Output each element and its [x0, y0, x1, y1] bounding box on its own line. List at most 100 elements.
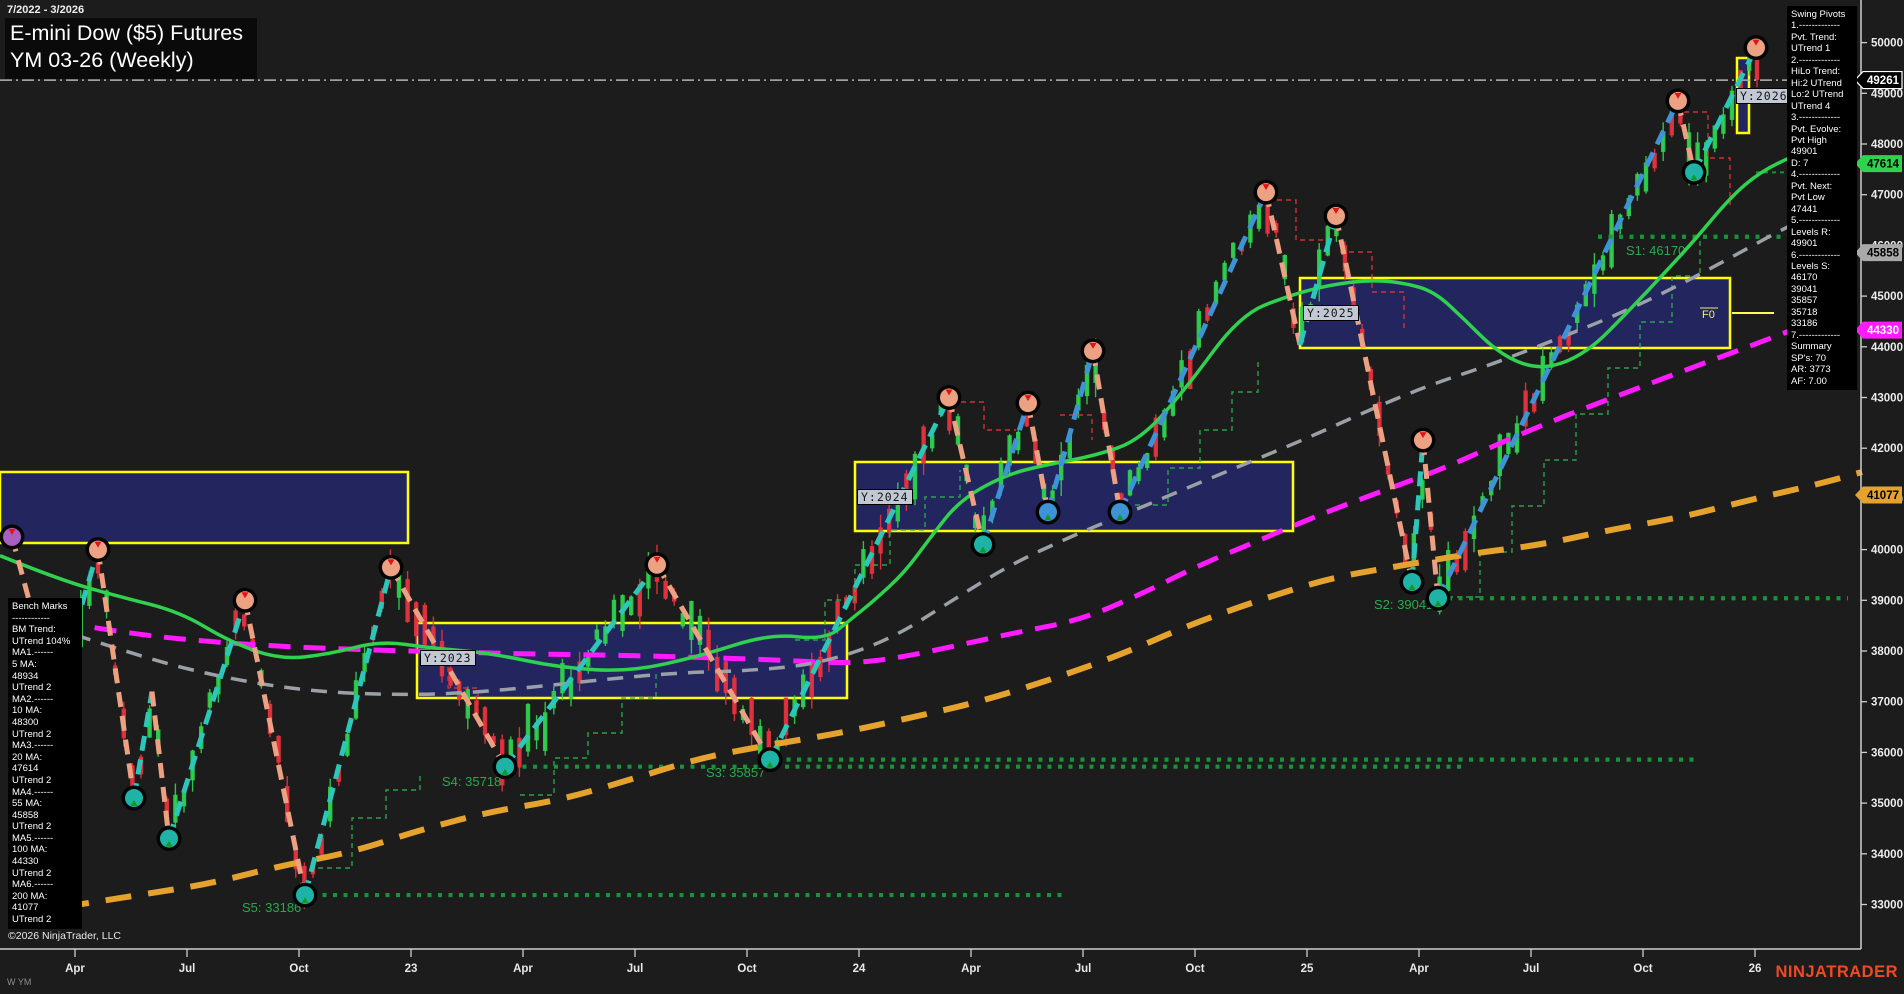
price-tick-label: 33000 [1871, 900, 1903, 912]
panel-line: Pvt. Evolve: [1791, 124, 1853, 135]
candle-body [483, 707, 487, 735]
copyright-label: ©2026 NinjaTrader, LLC [8, 930, 121, 942]
panel-line: 20 MA: [12, 752, 78, 764]
candle-body [242, 615, 246, 627]
panel-line: 4.------------- [1791, 169, 1853, 180]
price-tick-label: 34000 [1871, 849, 1903, 861]
series-tag-label: W YM [7, 977, 31, 987]
year-box-badge: Y:2023 [420, 650, 476, 666]
panel-line: UTrend 2 [12, 914, 78, 926]
year-box-badge: Y:2025 [1303, 305, 1359, 321]
panel-line: UTrend 2 [12, 682, 78, 694]
panel-line: 47441 [1791, 204, 1853, 215]
panel-line: AR: 3773 [1791, 364, 1853, 375]
price-tick-label: 37000 [1871, 697, 1903, 709]
candle-body [1463, 531, 1467, 570]
panel-line: 100 MA: [12, 844, 78, 856]
candle-body [749, 698, 753, 735]
support-level-label: S2: 39041 [1374, 597, 1433, 612]
chart-title: E-mini Dow ($5) Futures YM 03-26 (Weekly… [5, 18, 257, 79]
support-level-label: S1: 46170 [1626, 243, 1685, 258]
price-tick-label: 50000 [1871, 38, 1903, 50]
zigzag-leg [169, 600, 245, 838]
panel-line: 1.------------- [1791, 20, 1853, 31]
panel-line: UTrend 2 [12, 729, 78, 741]
panel-line: SP's: 70 [1791, 353, 1853, 364]
panel-line: UTrend 2 [12, 821, 78, 833]
candle-body [629, 596, 633, 615]
panel-line: HiLo Trend: [1791, 66, 1853, 77]
candle-body [663, 581, 667, 599]
panel-line: MA1.------ [12, 647, 78, 659]
panel-line: Pvt. Next: [1791, 181, 1853, 192]
candle-body [414, 602, 418, 636]
candle-body [1222, 263, 1226, 280]
price-tick-label: 40000 [1871, 545, 1903, 557]
time-tick-label: 23 [405, 963, 418, 975]
price-tag-value: 47614 [1867, 159, 1900, 171]
year-box [417, 623, 847, 698]
panel-line: Pvt High [1791, 135, 1853, 146]
zigzag-leg [1336, 216, 1412, 582]
zigzag-leg [98, 550, 134, 798]
year-box [855, 462, 1293, 531]
panel-line: 5 MA: [12, 659, 78, 671]
panel-line: 49901 [1791, 238, 1853, 249]
panel-line: Levels S: [1791, 261, 1853, 272]
zigzag-leg [1438, 101, 1678, 598]
zigzag-leg [1266, 192, 1300, 345]
price-tag-value: 41077 [1867, 490, 1899, 502]
panel-line: Pvt. Trend: [1791, 32, 1853, 43]
price-tick-label: 36000 [1871, 747, 1903, 759]
panel-line: 55 MA: [12, 798, 78, 810]
year-box [1300, 278, 1730, 348]
panel-line: 10 MA: [12, 705, 78, 717]
panel-line: 2.------------- [1791, 55, 1853, 66]
time-tick-label: Oct [1185, 963, 1204, 975]
year-box-badge: Y:2024 [857, 489, 913, 505]
candle-body [1644, 162, 1648, 191]
panel-line: Hi:2 UTrend [1791, 78, 1853, 89]
price-tag-value: 44330 [1867, 325, 1899, 337]
chart-title-line2: YM 03-26 (Weekly) [10, 47, 243, 74]
panel-line: UTrend 2 [12, 775, 78, 787]
time-tick-label: Oct [737, 963, 756, 975]
panel-line: 44330 [12, 856, 78, 868]
panel-line: UTrend 1 [1791, 43, 1853, 54]
candle-body [1506, 433, 1510, 454]
support-level-label: S4: 35718 [442, 774, 501, 789]
panel-line: 35857 [1791, 295, 1853, 306]
price-tick-label: 39000 [1871, 595, 1903, 607]
zigzag-leg [152, 692, 169, 839]
f0-label: F0 [1702, 309, 1715, 321]
ninjatrader-logo: NINJATRADER [1775, 963, 1898, 982]
bench-marks-panel: Bench Marks------------BM Trend:UTrend 1… [8, 598, 82, 929]
time-tick-label: Jul [1523, 963, 1540, 975]
candle-body [526, 704, 530, 752]
panel-line: MA5.------ [12, 833, 78, 845]
candle-body [1197, 311, 1201, 348]
panel-line: 45858 [12, 810, 78, 822]
candle-body [423, 605, 427, 645]
support-level-label: S5: 33186 [242, 900, 301, 915]
candle-body [595, 630, 599, 640]
year-box [0, 472, 408, 543]
time-tick-label: Apr [1409, 963, 1429, 975]
candle-body [689, 601, 693, 640]
panel-line: 3.------------- [1791, 112, 1853, 123]
panel-line: MA3.------ [12, 740, 78, 752]
chart-title-line1: E-mini Dow ($5) Futures [10, 20, 243, 47]
time-tick-label: Jul [627, 963, 644, 975]
panel-line: BM Trend: [12, 624, 78, 636]
time-tick-label: 26 [1749, 963, 1762, 975]
panel-line: Bench Marks [12, 601, 78, 613]
chart-canvas[interactable]: S1: 46170S2: 39041S3: 35857S4: 35718S5: … [0, 0, 1904, 994]
price-tick-label: 48000 [1871, 139, 1903, 151]
price-tick-label: 45000 [1871, 291, 1903, 303]
panel-line: 48300 [12, 717, 78, 729]
panel-line: 39041 [1791, 284, 1853, 295]
panel-line: 5.------------- [1791, 215, 1853, 226]
time-tick-label: 24 [853, 963, 866, 975]
panel-line: 48934 [12, 671, 78, 683]
panel-line: 6.------------- [1791, 250, 1853, 261]
